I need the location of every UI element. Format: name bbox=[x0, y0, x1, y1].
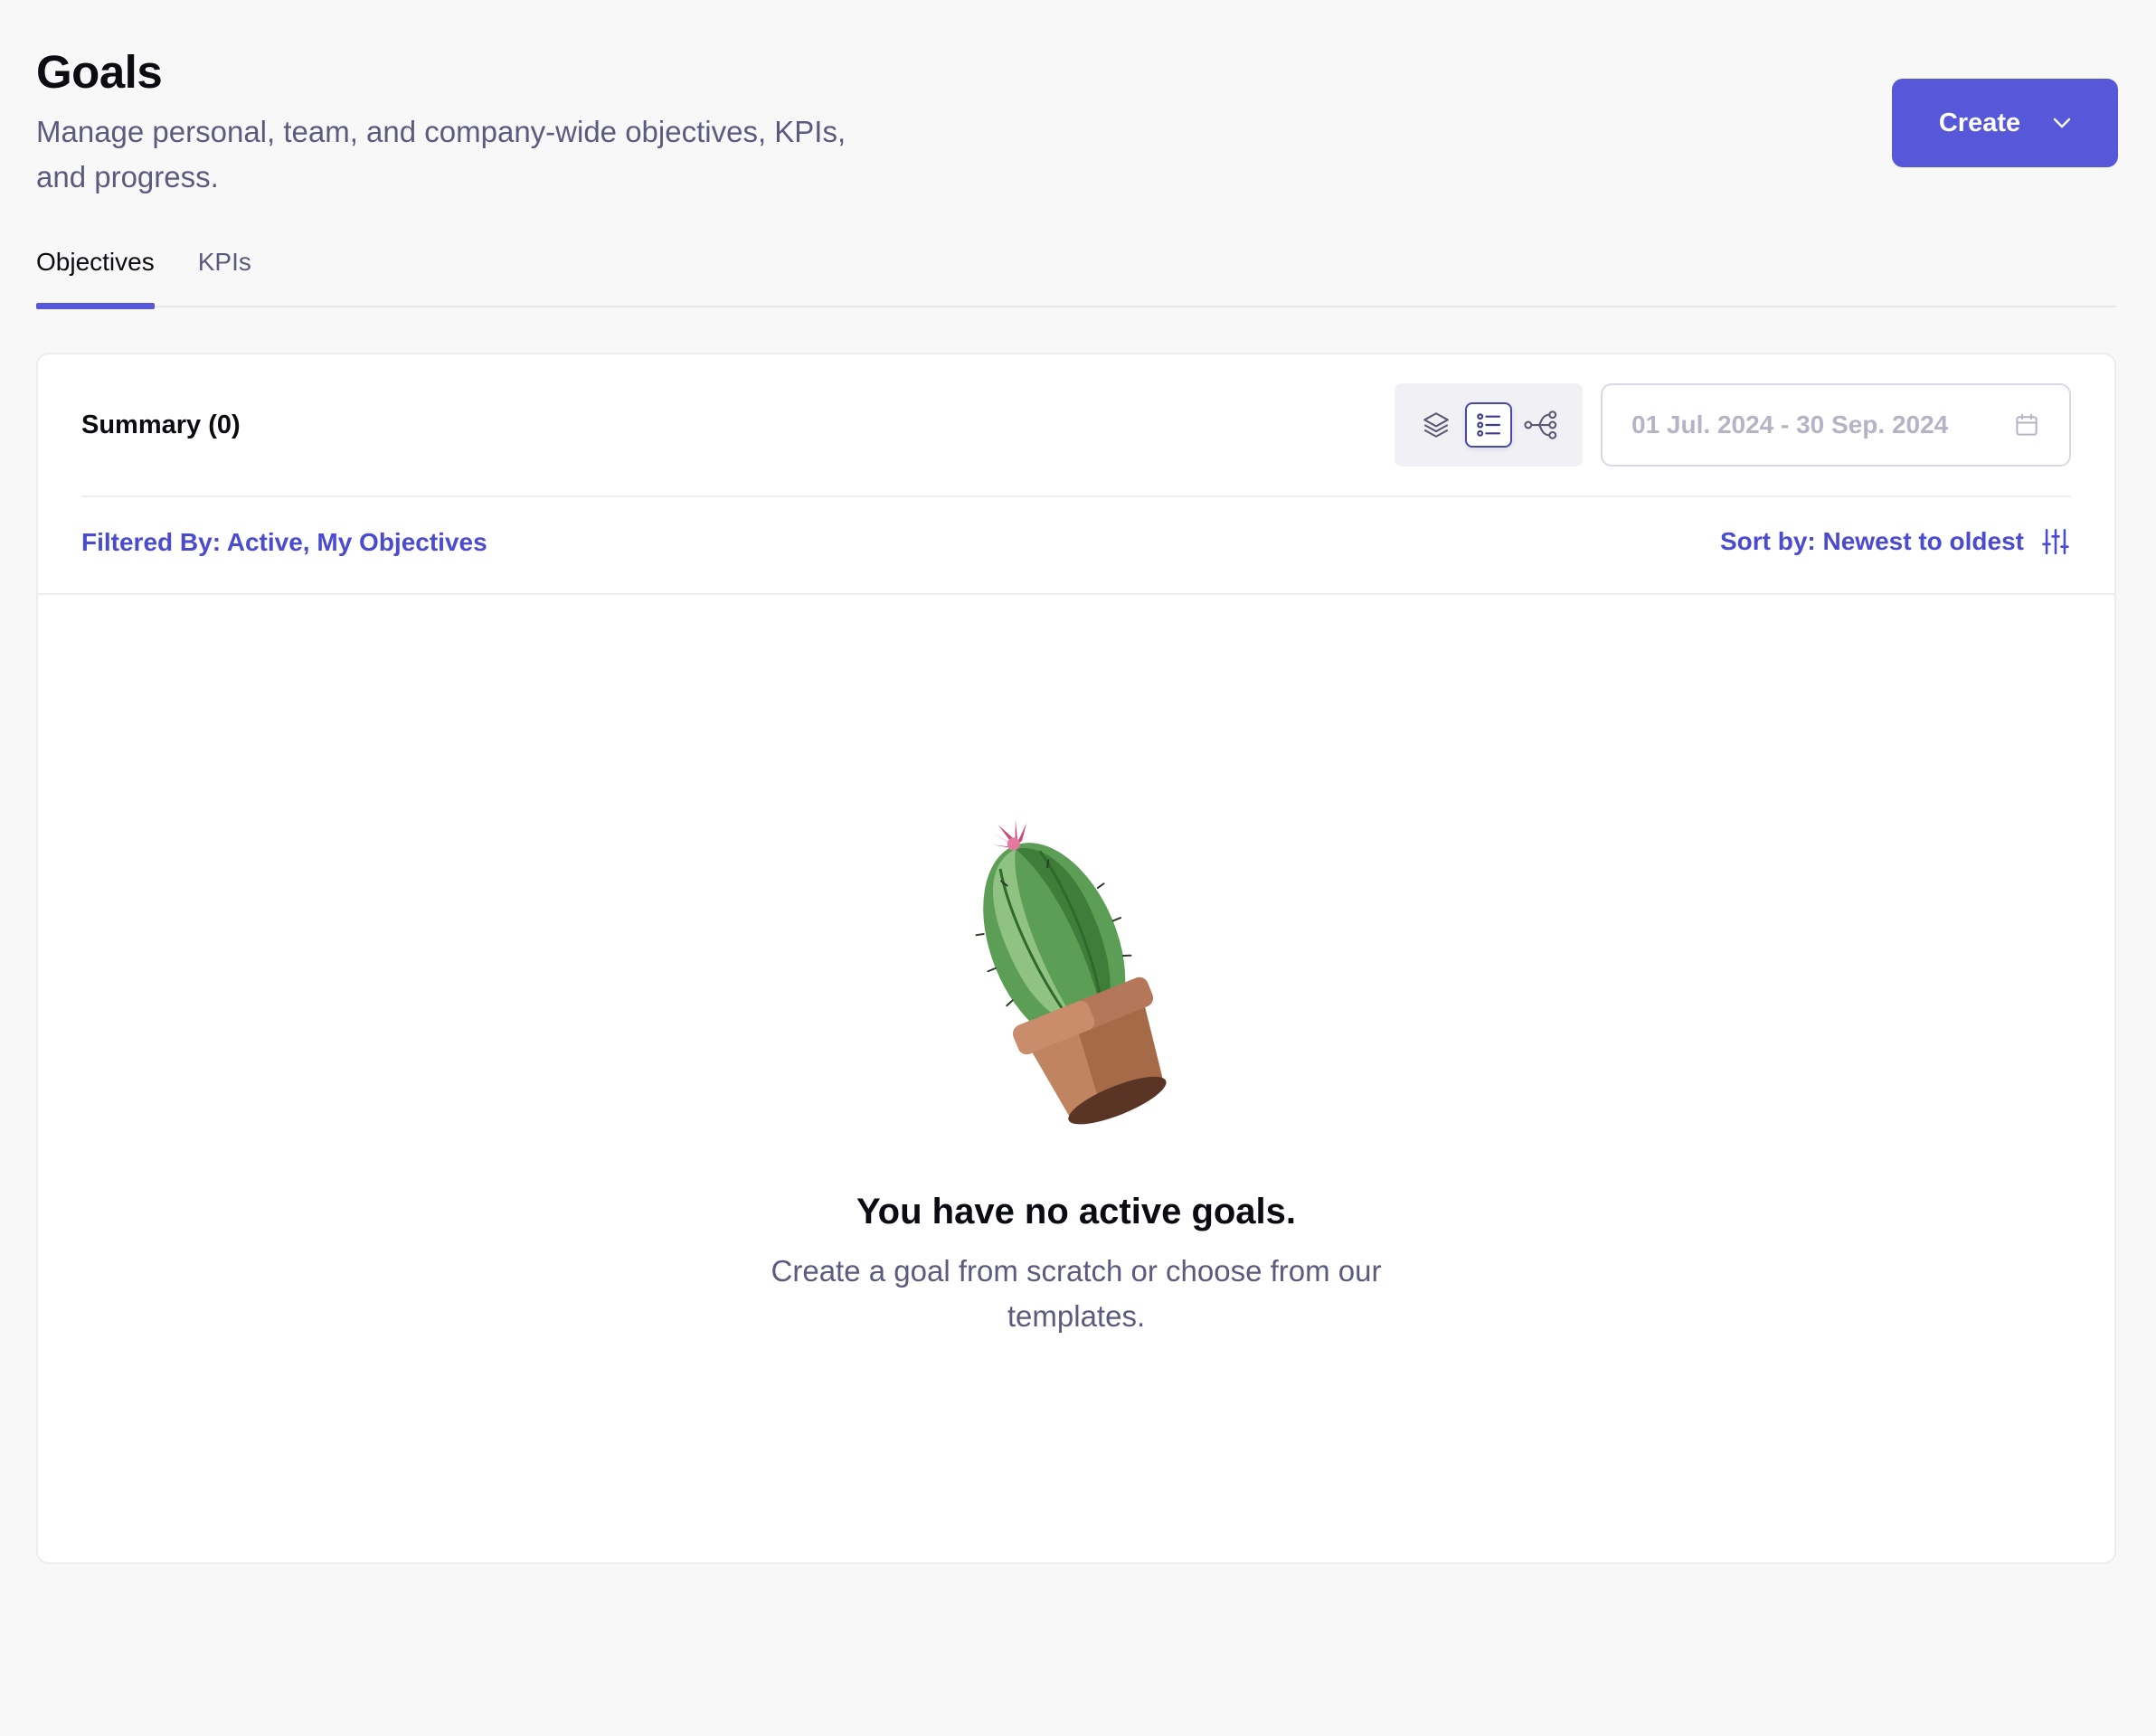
tab-objectives[interactable]: Objectives bbox=[36, 235, 155, 309]
tab-kpis[interactable]: KPIs bbox=[198, 235, 251, 307]
empty-state-description: Create a goal from scratch or choose fro… bbox=[771, 1254, 1382, 1333]
hierarchy-icon bbox=[1524, 410, 1557, 439]
sort-label: Sort by: Newest to oldest bbox=[1719, 527, 2024, 555]
toolbar-divider bbox=[81, 495, 2071, 497]
list-icon bbox=[1477, 413, 1501, 437]
list-view-button[interactable] bbox=[1465, 402, 1512, 448]
goals-page: Goals Manage personal, team, and company… bbox=[0, 0, 2156, 1736]
page-title: Goals bbox=[36, 46, 163, 98]
card-toolbar: Summary (0) 01 Jul. 2024 - 30 Sep. 2024 … bbox=[81, 354, 2071, 597]
layers-view-button[interactable] bbox=[1413, 402, 1460, 448]
page-subtitle: Manage personal, team, and company-wide … bbox=[36, 115, 846, 193]
view-mode-switch bbox=[1395, 383, 1583, 467]
page-header: Goals Manage personal, team, and company… bbox=[36, 0, 2120, 235]
summary-label: Summary (0) bbox=[81, 410, 241, 439]
empty-state: You have no active goals. Create a goal … bbox=[38, 803, 2114, 1339]
calendar-icon bbox=[2016, 413, 2038, 436]
empty-state-title: You have no active goals. bbox=[856, 1192, 1297, 1231]
sliders-icon bbox=[2042, 528, 2069, 555]
goal-tabs: Objectives KPIs bbox=[36, 235, 2116, 309]
create-button-label: Create bbox=[1938, 108, 2021, 137]
objectives-card: Summary (0) 01 Jul. 2024 - 30 Sep. 2024 … bbox=[36, 353, 2116, 1564]
filter-link[interactable]: Filtered By: Active, My Objectives bbox=[81, 528, 487, 557]
layers-icon bbox=[1423, 412, 1449, 438]
chevron-down-icon bbox=[2053, 118, 2071, 128]
cactus-illustration bbox=[975, 819, 1167, 1125]
hierarchy-view-button[interactable] bbox=[1518, 402, 1565, 448]
create-button[interactable]: Create bbox=[1892, 79, 2118, 167]
sort-button[interactable]: Sort by: Newest to oldest bbox=[1720, 526, 2071, 557]
date-range-picker[interactable]: 01 Jul. 2024 - 30 Sep. 2024 bbox=[1601, 383, 2071, 467]
objectives-list-area: You have no active goals. Create a goal … bbox=[38, 593, 2114, 1562]
date-range-value: 01 Jul. 2024 - 30 Sep. 2024 bbox=[1631, 410, 1949, 439]
